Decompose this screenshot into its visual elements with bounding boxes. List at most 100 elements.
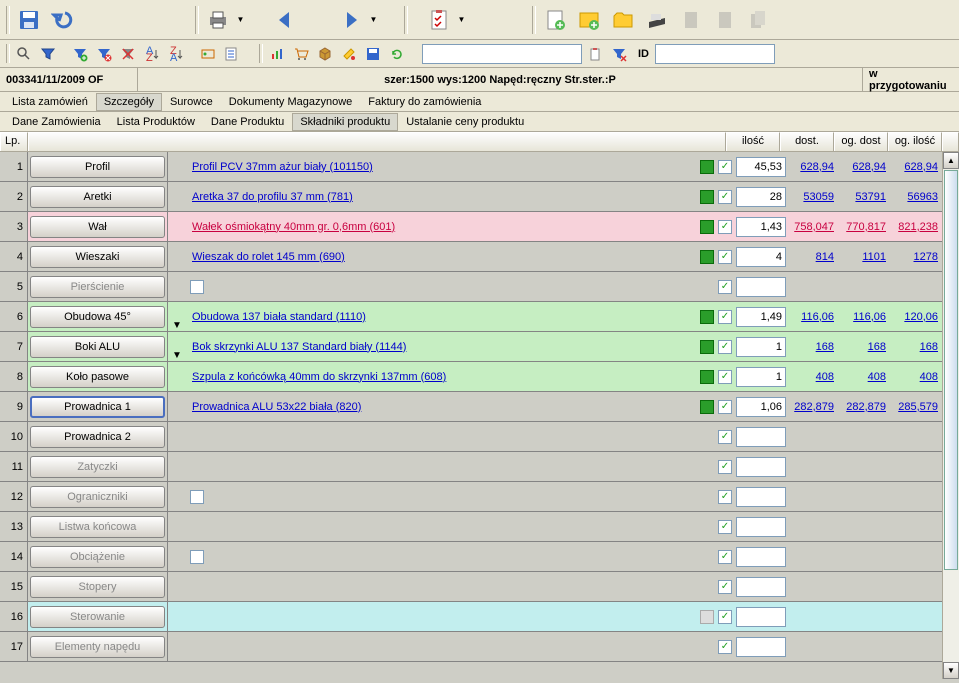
quantity-input[interactable] [736, 397, 786, 417]
mid-checkbox[interactable] [190, 280, 204, 294]
cart-button[interactable] [290, 43, 312, 65]
quantity-input[interactable] [736, 607, 786, 627]
row-checkbox[interactable]: ✓ [718, 310, 732, 324]
status-icon[interactable] [700, 310, 714, 324]
status-icon[interactable] [700, 250, 714, 264]
value-og_dost[interactable]: 53791 [838, 191, 890, 203]
value-dost[interactable]: 282,879 [786, 401, 838, 413]
sort-asc-button[interactable]: AZ [141, 43, 163, 65]
row-checkbox[interactable]: ✓ [718, 520, 732, 534]
component-button[interactable]: Obciążenie [30, 546, 165, 568]
status-icon[interactable] [700, 190, 714, 204]
tool-b-button[interactable] [221, 43, 243, 65]
dropdown-icon[interactable]: ▼ [168, 302, 186, 331]
disk-button[interactable] [362, 43, 384, 65]
row-checkbox[interactable]: ✓ [718, 280, 732, 294]
product-link[interactable]: Aretka 37 do profilu 37 mm (781) [192, 191, 353, 203]
row-checkbox[interactable]: ✓ [718, 400, 732, 414]
mid-checkbox[interactable] [190, 550, 204, 564]
paint-button[interactable] [338, 43, 360, 65]
quantity-input[interactable] [736, 457, 786, 477]
scroll-up-button[interactable]: ▲ [943, 152, 959, 169]
value-og_dost[interactable]: 628,94 [838, 161, 890, 173]
row-checkbox[interactable]: ✓ [718, 250, 732, 264]
component-button[interactable]: Sterowanie [30, 606, 165, 628]
col-ilosc[interactable]: ilość [726, 132, 780, 151]
quantity-input[interactable] [736, 157, 786, 177]
quantity-input[interactable] [736, 247, 786, 267]
row-checkbox[interactable]: ✓ [718, 370, 732, 384]
component-button[interactable]: Pierścienie [30, 276, 165, 298]
value-og_ilosc[interactable]: 1278 [890, 251, 942, 263]
scroll-down-button[interactable]: ▼ [943, 662, 959, 679]
quantity-input[interactable] [736, 307, 786, 327]
filter-remove-button[interactable] [93, 43, 115, 65]
value-og_dost[interactable]: 116,06 [838, 311, 890, 323]
component-button[interactable]: Prowadnica 2 [30, 426, 165, 448]
status-icon[interactable] [700, 220, 714, 234]
scroll-track[interactable] [943, 169, 959, 662]
status-icon[interactable] [700, 340, 714, 354]
product-link[interactable]: Wałek ośmiokątny 40mm gr. 0,6mm (601) [192, 221, 395, 233]
id-input[interactable] [655, 44, 775, 64]
component-button[interactable]: Koło pasowe [30, 366, 165, 388]
new-doc-button[interactable] [539, 2, 571, 37]
row-checkbox[interactable]: ✓ [718, 220, 732, 234]
scanner-button[interactable] [641, 2, 673, 37]
row-checkbox[interactable]: ✓ [718, 430, 732, 444]
sub-tab[interactable]: Lista Produktów [109, 113, 203, 131]
sub-tab[interactable]: Dane Produktu [203, 113, 292, 131]
component-button[interactable]: Elementy napędu [30, 636, 165, 658]
component-button[interactable]: Obudowa 45° [30, 306, 165, 328]
component-button[interactable]: Profil [30, 156, 165, 178]
value-og_ilosc[interactable]: 120,06 [890, 311, 942, 323]
quantity-input[interactable] [736, 637, 786, 657]
sub-tab[interactable]: Dane Zamówienia [4, 113, 109, 131]
row-checkbox[interactable]: ✓ [718, 610, 732, 624]
col-dost[interactable]: dost. [780, 132, 834, 151]
component-button[interactable]: Boki ALU [30, 336, 165, 358]
row-checkbox[interactable]: ✓ [718, 550, 732, 564]
product-link[interactable]: Szpula z końcówką 40mm do skrzynki 137mm… [192, 371, 446, 383]
quantity-input[interactable] [736, 577, 786, 597]
filter-x-button[interactable] [608, 43, 630, 65]
quantity-input[interactable] [736, 367, 786, 387]
component-button[interactable]: Ograniczniki [30, 486, 165, 508]
row-checkbox[interactable]: ✓ [718, 460, 732, 474]
filter-add-button[interactable] [69, 43, 91, 65]
value-og_ilosc[interactable]: 285,579 [890, 401, 942, 413]
value-og_dost[interactable]: 1101 [838, 251, 890, 263]
save-button[interactable] [13, 2, 45, 37]
scroll-thumb[interactable] [944, 170, 958, 570]
quantity-input[interactable] [736, 427, 786, 447]
main-tab[interactable]: Surowce [162, 93, 221, 111]
filter-button[interactable] [37, 43, 59, 65]
next-dropdown[interactable]: ▼ [369, 15, 378, 24]
mid-checkbox[interactable] [190, 490, 204, 504]
component-button[interactable]: Wał [30, 216, 165, 238]
value-og_ilosc[interactable]: 628,94 [890, 161, 942, 173]
component-button[interactable]: Zatyczki [30, 456, 165, 478]
col-lp[interactable]: Lp. [0, 132, 28, 151]
new-item-button[interactable] [573, 2, 605, 37]
value-og_ilosc[interactable]: 168 [890, 341, 942, 353]
quantity-input[interactable] [736, 217, 786, 237]
quantity-input[interactable] [736, 487, 786, 507]
main-tab[interactable]: Lista zamówień [4, 93, 96, 111]
component-button[interactable]: Stopery [30, 576, 165, 598]
row-checkbox[interactable]: ✓ [718, 190, 732, 204]
prev-button[interactable] [269, 2, 301, 37]
status-icon[interactable] [700, 400, 714, 414]
open-folder-button[interactable] [607, 2, 639, 37]
product-link[interactable]: Wieszak do rolet 145 mm (690) [192, 251, 345, 263]
chart-button[interactable] [266, 43, 288, 65]
col-og-ilosc[interactable]: og. ilość [888, 132, 942, 151]
value-og_dost[interactable]: 408 [838, 371, 890, 383]
checklist-button[interactable] [423, 2, 455, 37]
vertical-scrollbar[interactable]: ▲▼ [942, 152, 959, 679]
quantity-input[interactable] [736, 547, 786, 567]
value-dost[interactable]: 628,94 [786, 161, 838, 173]
product-link[interactable]: Profil PCV 37mm ażur biały (101150) [192, 161, 373, 173]
row-checkbox[interactable]: ✓ [718, 340, 732, 354]
refresh-button[interactable] [386, 43, 408, 65]
